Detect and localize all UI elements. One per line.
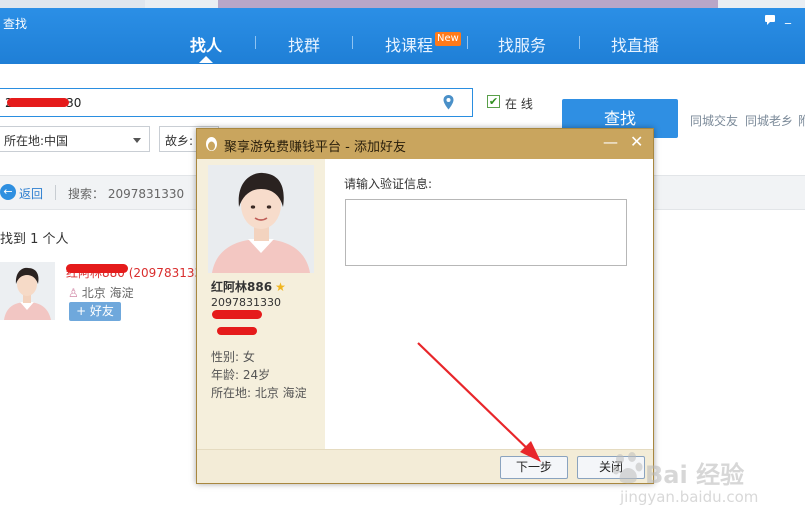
- paw-icon: [612, 452, 643, 484]
- tab-find-people[interactable]: 找人: [190, 32, 222, 56]
- tab-find-course-label: 找课程: [385, 36, 434, 55]
- app-title: 查找: [3, 17, 28, 31]
- profile-gender: 性别: 女: [211, 350, 255, 364]
- online-checkbox[interactable]: ✔: [487, 95, 500, 108]
- add-friend-dialog: 聚享游免费赚钱平台 - 添加好友 — ✕ 红阿林886★ 2097831330: [196, 128, 654, 484]
- top-strip: [0, 0, 805, 8]
- search-input[interactable]: 2097831330: [0, 88, 473, 117]
- strip-segment: [218, 0, 718, 8]
- tab-find-group[interactable]: 找群: [288, 32, 320, 56]
- dialog-title: 聚享游免费赚钱平台 - 添加好友: [224, 140, 406, 155]
- redaction-mark: [7, 98, 69, 107]
- profile-age: 年龄: 24岁: [211, 368, 271, 382]
- header: 查找 _ 找人 找群 找课程 New 找服务 找直播: [0, 8, 805, 64]
- tab-separator: [255, 36, 256, 49]
- avatar[interactable]: [0, 262, 55, 320]
- active-tab-pointer: [199, 56, 213, 63]
- back-link[interactable]: 返回: [19, 185, 43, 202]
- watermark-brand: Bai 经验: [645, 461, 745, 489]
- divider: [55, 185, 56, 200]
- verify-label: 请输入验证信息:: [344, 177, 433, 191]
- find-window: 查找 _ 找人 找群 找课程New 找服务 找直播 2097831330 ✔ 在: [0, 0, 805, 530]
- tab-find-live[interactable]: 找直播: [611, 32, 659, 56]
- location-pin-icon[interactable]: [443, 95, 454, 110]
- baidu-watermark: Bai 经验 jingyan.baidu.com: [612, 447, 772, 512]
- minimize-icon[interactable]: _: [785, 10, 791, 24]
- profile-location: 所在地: 北京 海淀: [211, 386, 307, 400]
- profile-photo: [208, 165, 314, 273]
- tab-separator: [352, 36, 353, 49]
- strip-segment: [0, 0, 145, 8]
- tab-find-service[interactable]: 找服务: [498, 32, 546, 56]
- link-local-dating[interactable]: 同城交友: [690, 112, 738, 129]
- verify-message-input[interactable]: [345, 199, 627, 266]
- tab-separator: [467, 36, 468, 49]
- message-icon[interactable]: [764, 14, 776, 29]
- new-badge: New: [435, 32, 461, 46]
- star-icon: ★: [275, 280, 286, 294]
- watermark-url: jingyan.baidu.com: [620, 488, 759, 506]
- next-button[interactable]: 下一步: [500, 456, 568, 479]
- profile-name: 红阿林886 ★: [211, 278, 286, 295]
- result-count: 找到 1 个人: [0, 232, 69, 247]
- hometown-select-value: 故乡:: [165, 134, 194, 148]
- tab-find-course[interactable]: 找课程 New: [385, 32, 461, 56]
- redaction-mark: [66, 264, 128, 273]
- location-select-value: 所在地:中国: [4, 134, 69, 148]
- profile-qq: 2097831330: [211, 296, 281, 309]
- person-icon: ♙: [68, 286, 79, 300]
- result-location: ♙ 北京 海淀: [68, 284, 134, 301]
- penguin-icon: [206, 137, 217, 151]
- redaction-mark: [212, 310, 262, 319]
- online-label: 在 线: [505, 97, 533, 111]
- result-location-text: 北京 海淀: [81, 286, 134, 300]
- profile-name-text: 红阿林886: [211, 280, 273, 294]
- dialog-close-icon[interactable]: ✕: [630, 132, 643, 151]
- link-local-hometown[interactable]: 同城老乡: [745, 112, 793, 129]
- add-friend-button[interactable]: + 好友: [69, 302, 121, 321]
- link-more[interactable]: 附: [798, 112, 805, 129]
- search-summary: 搜索： 2097831330: [68, 187, 185, 201]
- chevron-down-icon: [133, 138, 141, 143]
- dialog-minimize-icon[interactable]: —: [603, 133, 618, 151]
- tab-separator: [579, 36, 580, 49]
- location-select[interactable]: 所在地:中国: [0, 126, 150, 152]
- redaction-mark: [217, 327, 257, 335]
- dialog-titlebar[interactable]: 聚享游免费赚钱平台 - 添加好友 — ✕: [197, 129, 653, 159]
- back-arrow-icon[interactable]: ←: [0, 184, 16, 200]
